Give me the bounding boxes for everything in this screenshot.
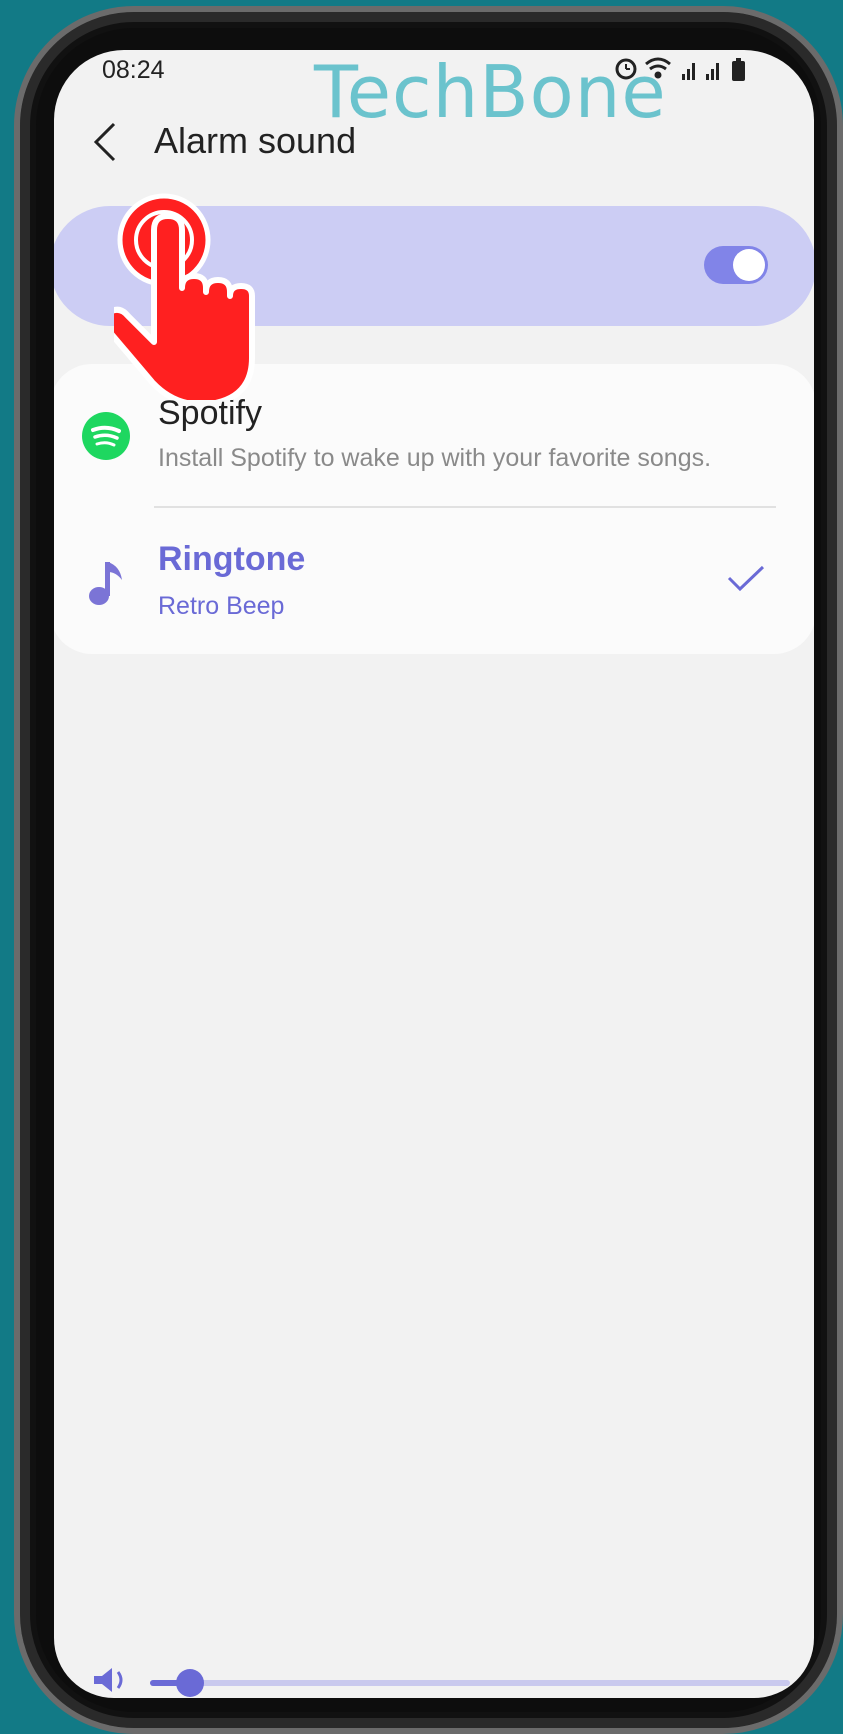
volume-track	[150, 1680, 790, 1686]
option-subtitle: Install Spotify to wake up with your fav…	[158, 444, 712, 472]
signal-icon	[682, 63, 695, 80]
option-title: Ringtone	[158, 540, 306, 578]
master-toggle[interactable]	[704, 246, 768, 284]
battery-icon	[732, 58, 745, 81]
option-subtitle: Retro Beep	[158, 592, 285, 620]
signal-icon	[706, 63, 719, 80]
volume-handle	[176, 1669, 204, 1697]
music-note-icon	[89, 562, 122, 605]
toggle-knob	[733, 249, 765, 281]
page-title: Alarm sound	[154, 120, 357, 161]
watermark: TechBone	[314, 50, 667, 134]
screen: 08:24 TechBone Alarm sound Spotify Insta…	[54, 50, 814, 1698]
speaker-icon	[94, 1668, 123, 1692]
sound-options-card: Spotify Install Spotify to wake up with …	[54, 364, 814, 654]
volume-slider[interactable]	[90, 1660, 790, 1698]
back-arrow-icon[interactable]	[90, 120, 120, 164]
status-time: 08:24	[102, 56, 165, 84]
tap-hand-icon	[114, 193, 255, 400]
check-icon	[727, 565, 765, 592]
divider	[154, 506, 776, 508]
spotify-icon	[82, 412, 130, 460]
